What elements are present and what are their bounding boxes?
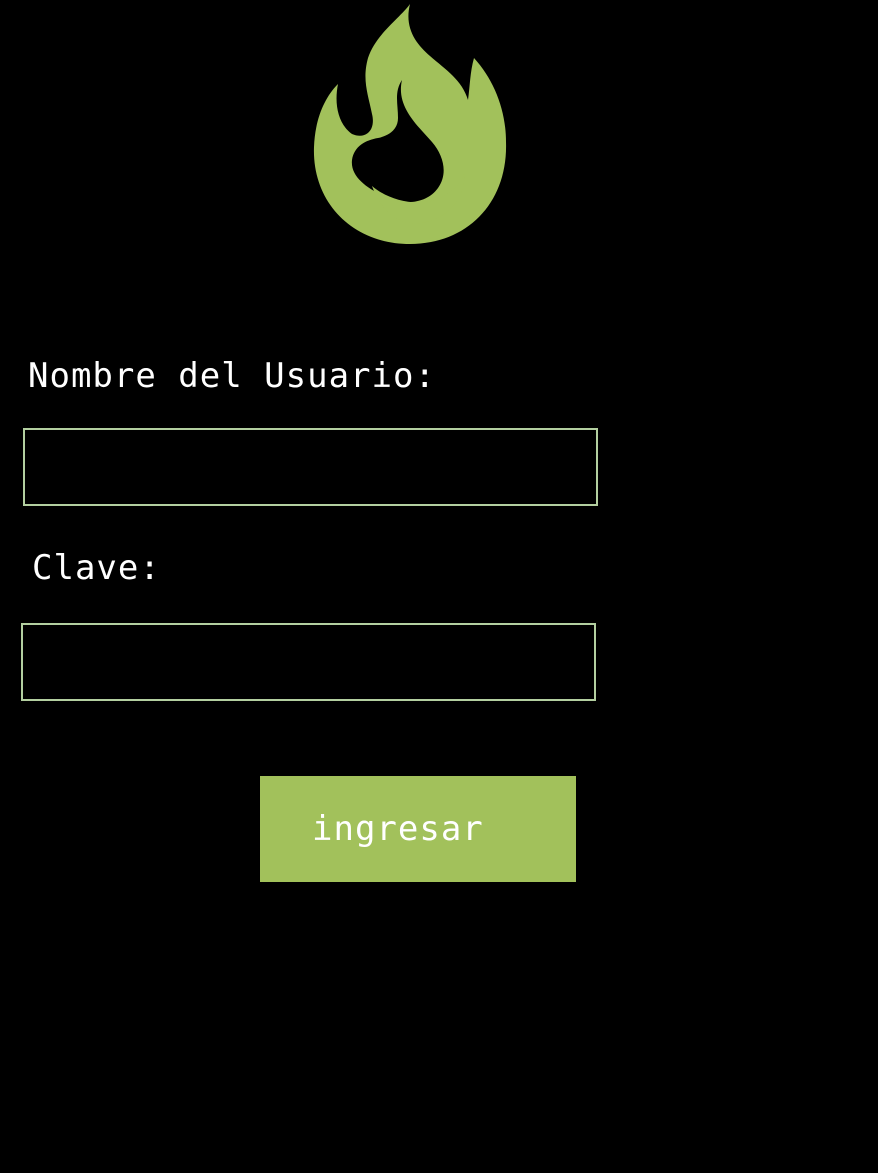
login-screen: Nombre del Usuario: Clave: ingresar xyxy=(0,0,878,1173)
username-label: Nombre del Usuario: xyxy=(28,356,436,396)
password-label: Clave: xyxy=(32,548,161,588)
flame-icon xyxy=(312,2,508,246)
username-input[interactable] xyxy=(23,428,598,506)
login-button[interactable]: ingresar xyxy=(260,776,576,882)
password-input[interactable] xyxy=(21,623,596,701)
